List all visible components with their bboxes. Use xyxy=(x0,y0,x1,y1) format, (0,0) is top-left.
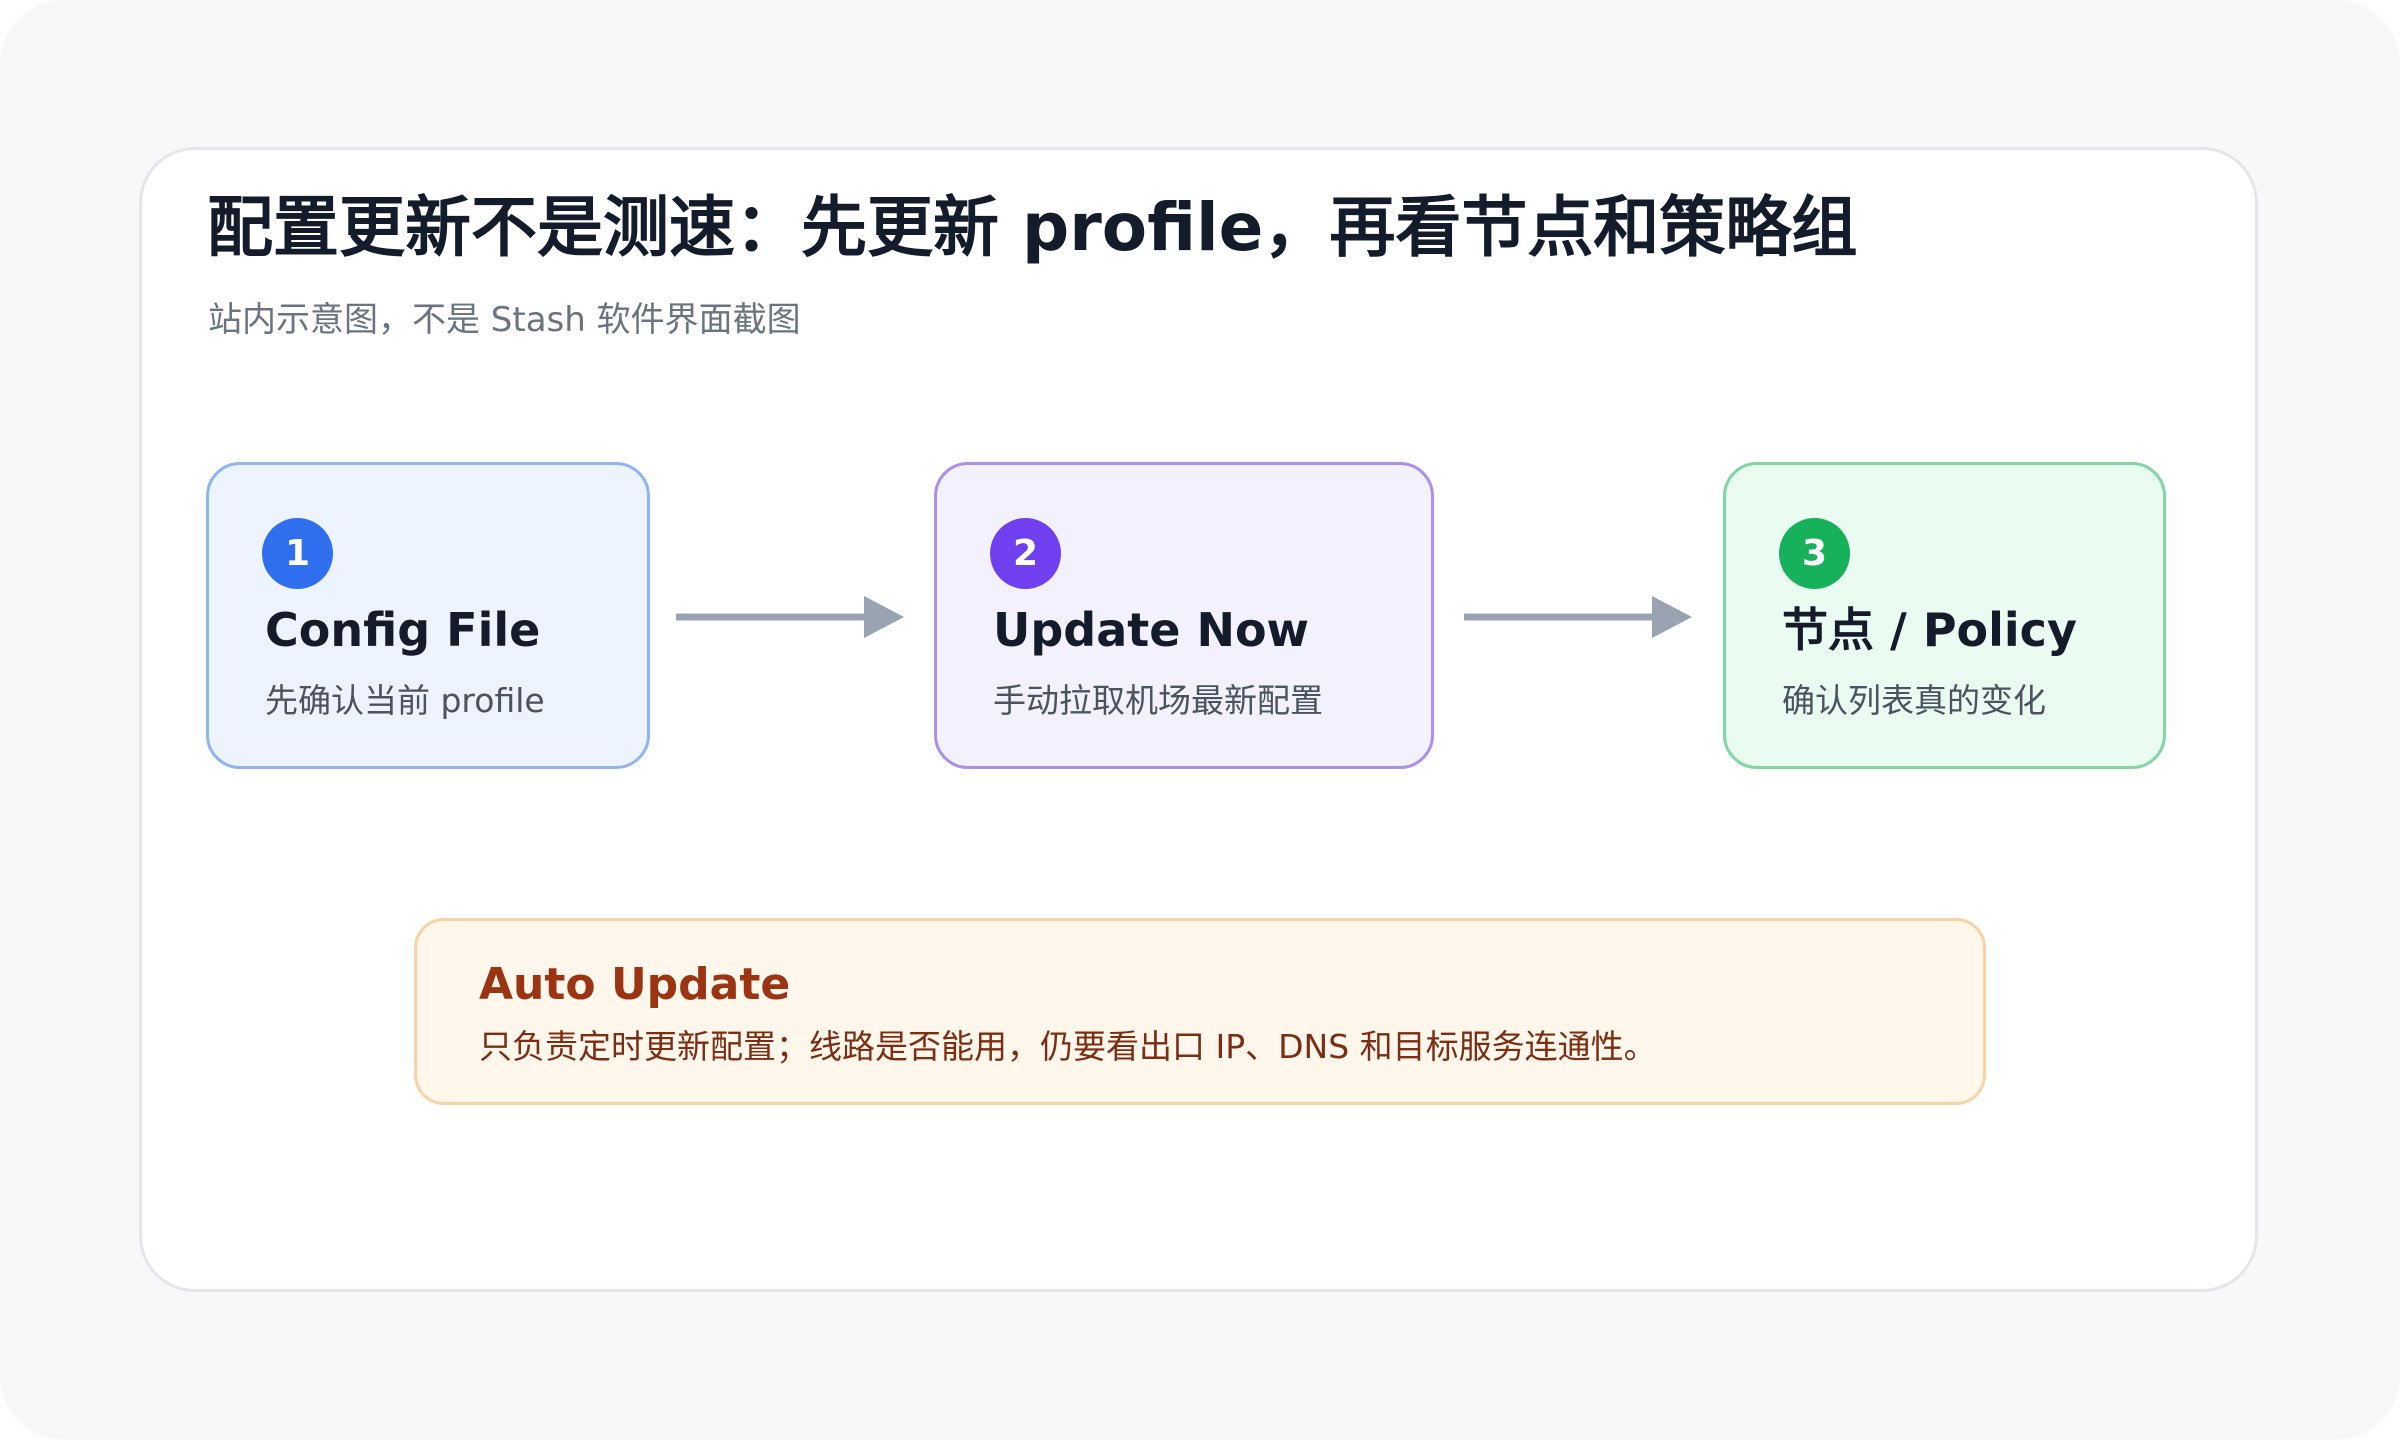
arrow-right-icon xyxy=(1464,596,1692,638)
step-card-node-policy: 3 节点 / Policy 确认列表真的变化 xyxy=(1723,462,2166,769)
auto-update-note: Auto Update 只负责定时更新配置；线路是否能用，仍要看出口 IP、DN… xyxy=(414,918,1986,1105)
diagram-title: 配置更新不是测速：先更新 profile，再看节点和策略组 xyxy=(207,189,1858,266)
note-text: 只负责定时更新配置；线路是否能用，仍要看出口 IP、DNS 和目标服务连通性。 xyxy=(479,1027,1657,1066)
step-number-badge: 2 xyxy=(990,518,1061,589)
step-card-config-file: 1 Config File 先确认当前 profile xyxy=(206,462,650,769)
step-description: 手动拉取机场最新配置 xyxy=(993,681,1323,720)
step-title: 节点 / Policy xyxy=(1782,603,2077,657)
step-number-badge: 1 xyxy=(262,518,333,589)
step-description: 先确认当前 profile xyxy=(265,681,545,720)
step-description: 确认列表真的变化 xyxy=(1782,681,2046,720)
arrow-right-icon xyxy=(676,596,904,638)
diagram-subtitle: 站内示意图，不是 Stash 软件界面截图 xyxy=(208,300,801,340)
step-card-update-now: 2 Update Now 手动拉取机场最新配置 xyxy=(934,462,1434,769)
step-title: Update Now xyxy=(993,603,1310,657)
step-number-badge: 3 xyxy=(1779,518,1850,589)
step-title: Config File xyxy=(265,603,541,657)
diagram-canvas: 配置更新不是测速：先更新 profile，再看节点和策略组 站内示意图，不是 S… xyxy=(0,0,2400,1440)
note-title: Auto Update xyxy=(479,959,791,1010)
